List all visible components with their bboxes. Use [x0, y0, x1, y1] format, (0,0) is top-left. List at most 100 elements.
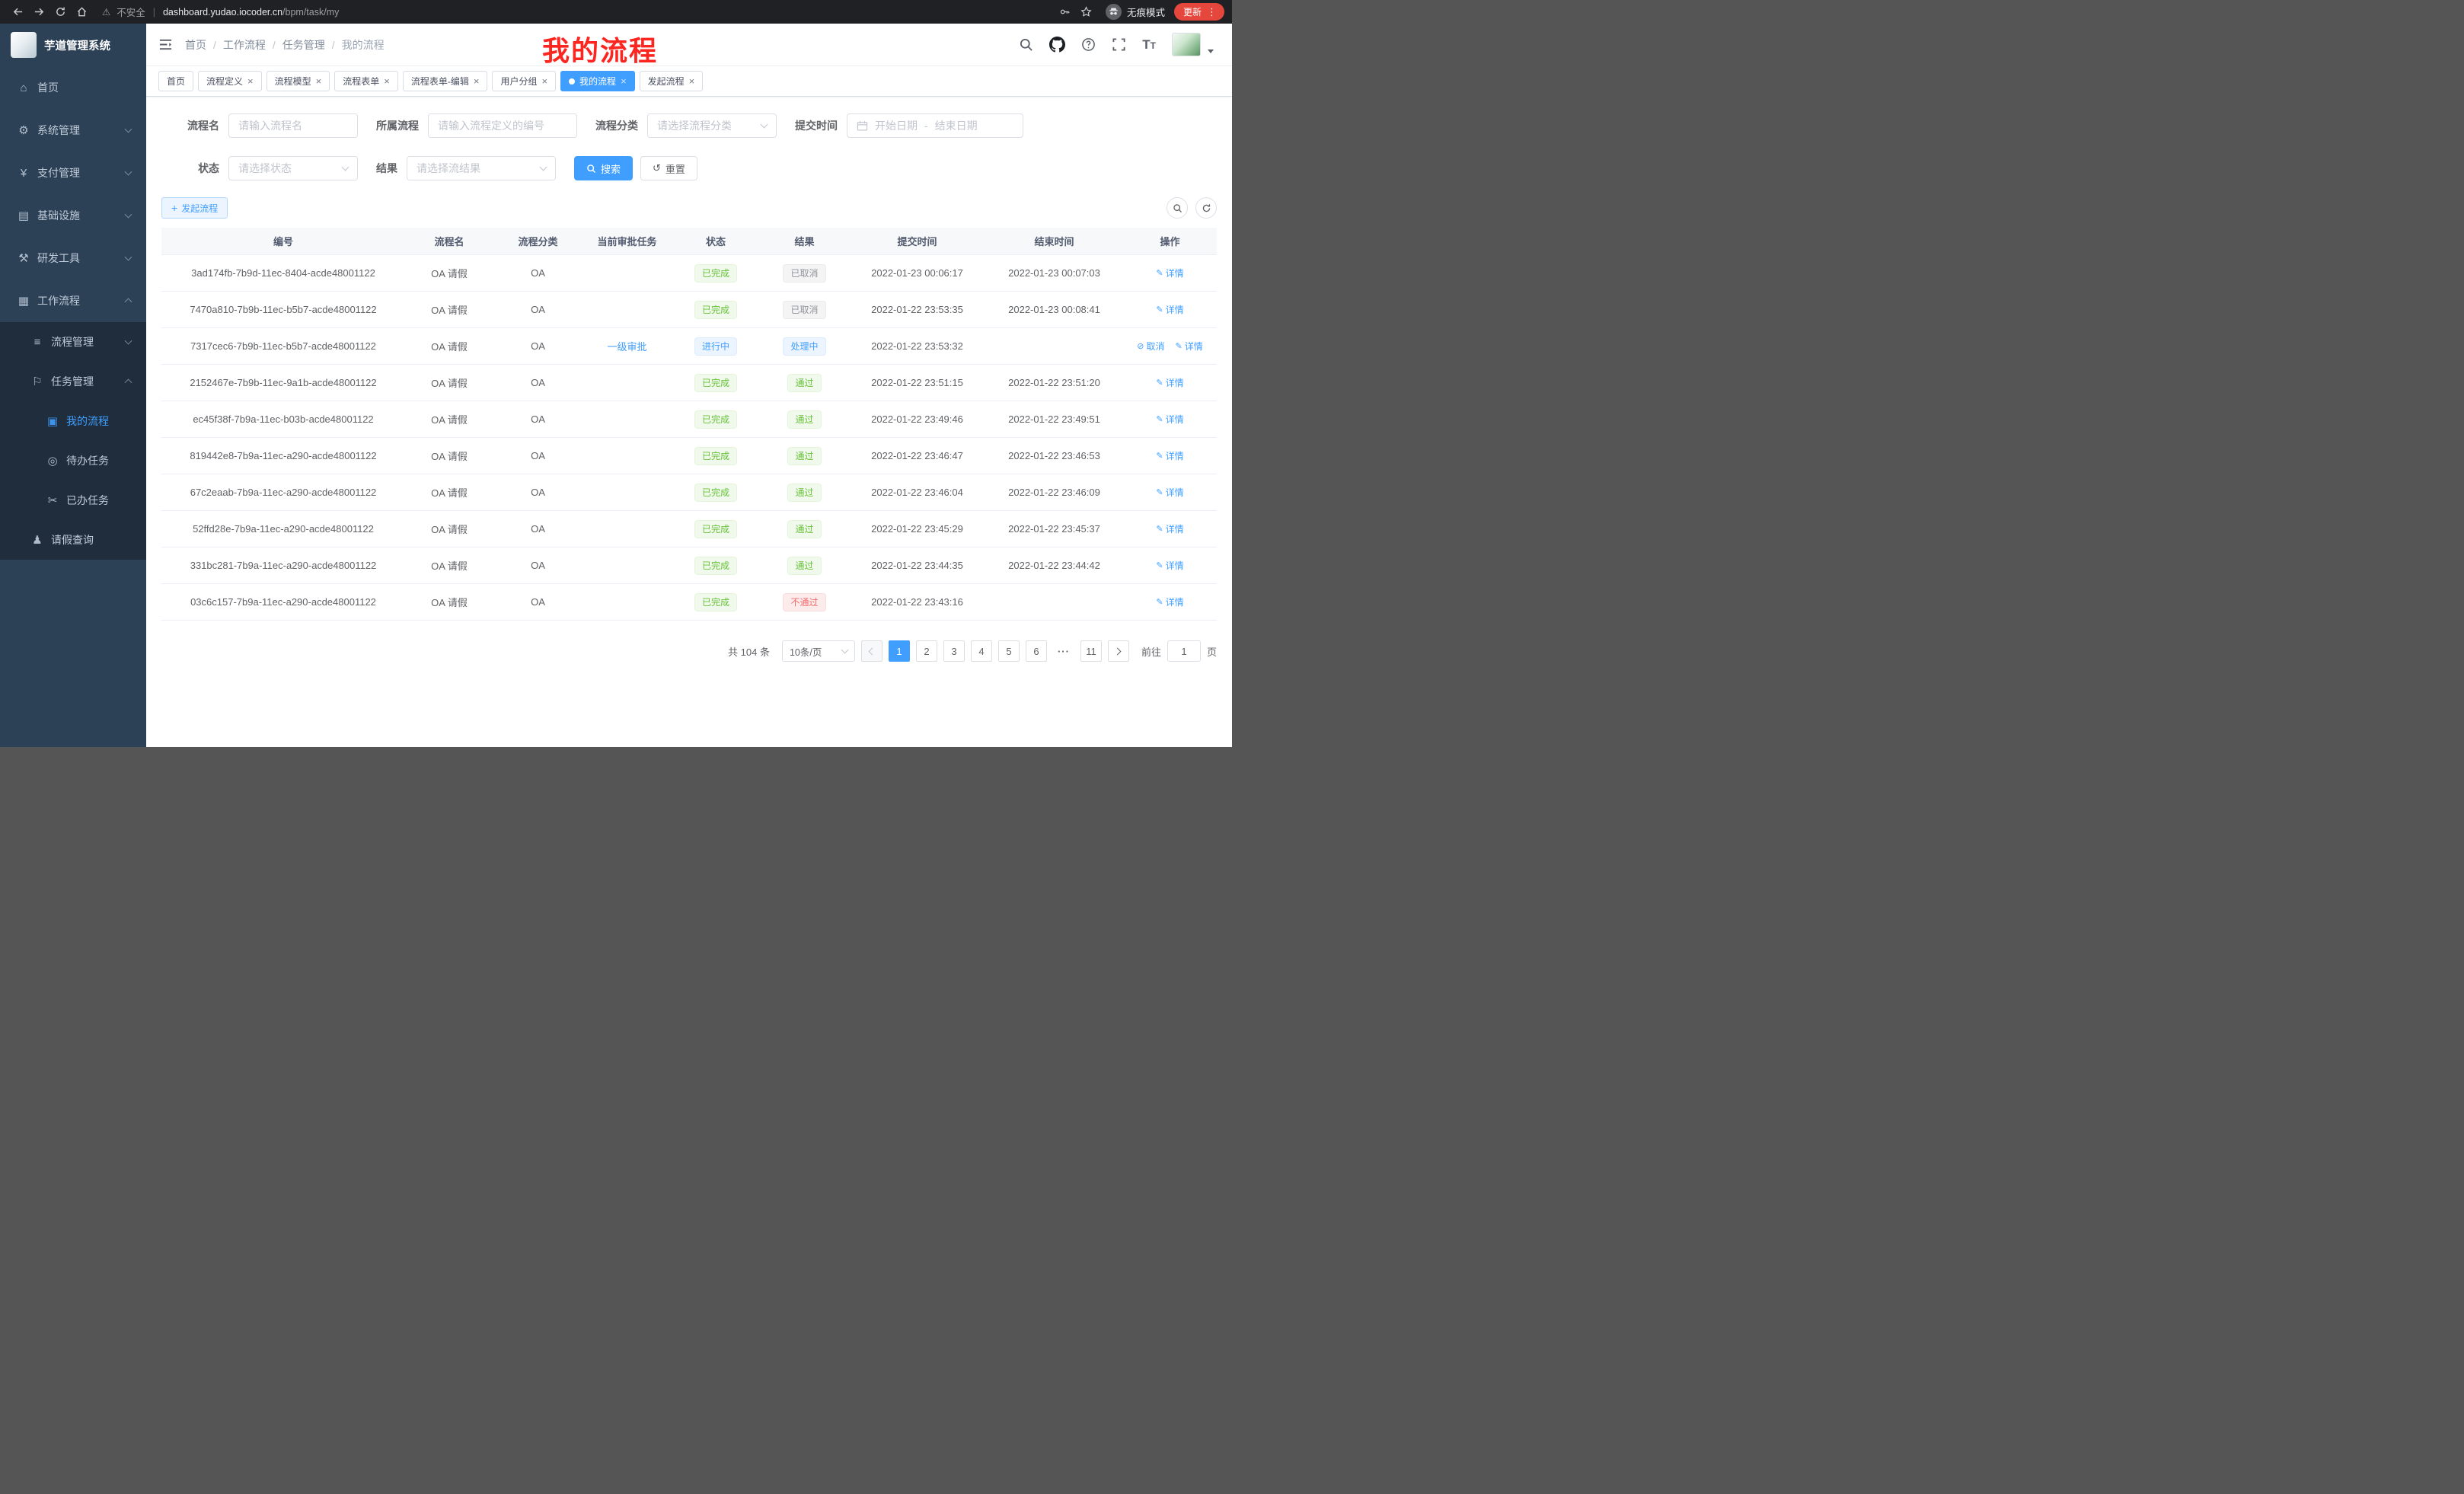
detail-action-link[interactable]: ✎详情: [1156, 595, 1183, 608]
table-row: 7470a810-7b9b-11ec-b5b7-acde48001122OA 请…: [161, 292, 1217, 328]
detail-action-link[interactable]: ✎详情: [1156, 486, 1183, 499]
detail-action-link[interactable]: ✎详情: [1156, 413, 1183, 426]
close-icon[interactable]: ×: [689, 76, 695, 86]
sidebar-item[interactable]: ✂已办任务: [0, 480, 146, 520]
bookmark-star-icon[interactable]: [1077, 2, 1096, 22]
browser-menu-icon[interactable]: ⋮: [1207, 6, 1218, 18]
page-button-2[interactable]: 2: [916, 640, 937, 662]
cell-submit-time: 2022-01-23 00:06:17: [849, 267, 985, 279]
close-icon[interactable]: ×: [247, 76, 254, 86]
breadcrumb-item[interactable]: 工作流程: [223, 37, 266, 53]
reset-button[interactable]: ↺ 重置: [640, 156, 697, 180]
sidebar-item[interactable]: ♟请假查询: [0, 520, 146, 560]
status-select[interactable]: 请选择状态: [228, 156, 358, 180]
refresh-button[interactable]: [1195, 197, 1217, 219]
process-name-input[interactable]: [228, 113, 358, 138]
action-label: 详情: [1166, 559, 1184, 572]
tab-active[interactable]: 我的流程×: [560, 71, 635, 91]
cancel-action-link[interactable]: ⊘取消: [1137, 340, 1164, 353]
close-icon[interactable]: ×: [621, 76, 627, 86]
result-select[interactable]: 请选择流结果: [407, 156, 556, 180]
sidebar-item[interactable]: ⚙系统管理: [0, 109, 146, 152]
breadcrumb: 首页/工作流程/任务管理/我的流程: [185, 37, 385, 53]
parent-process-input[interactable]: [428, 113, 577, 138]
create-process-button[interactable]: + 发起流程: [161, 197, 228, 219]
hamburger-menu-icon[interactable]: [158, 37, 173, 52]
detail-action-link[interactable]: ✎详情: [1176, 340, 1203, 353]
sidebar-item[interactable]: ⚐任务管理: [0, 362, 146, 401]
tab-item[interactable]: 流程表单-编辑×: [403, 71, 488, 91]
tab-item[interactable]: 流程表单×: [334, 71, 398, 91]
edit-icon: ✎: [1156, 597, 1163, 607]
tab-item[interactable]: 用户分组×: [492, 71, 556, 91]
security-label[interactable]: 不安全: [116, 5, 145, 19]
detail-action-link[interactable]: ✎详情: [1156, 267, 1183, 279]
status-label: 状态: [172, 161, 219, 176]
browser-reload-icon[interactable]: [50, 2, 70, 22]
prev-page-button[interactable]: [861, 640, 883, 662]
toggle-search-button[interactable]: [1167, 197, 1188, 219]
edit-icon: ✎: [1156, 414, 1163, 424]
address-bar[interactable]: ⚠ 不安全 | dashboard.yudao.iocoder.cn/bpm/t…: [102, 5, 1045, 19]
close-icon[interactable]: ×: [541, 76, 547, 86]
next-page-button[interactable]: [1108, 640, 1129, 662]
github-icon[interactable]: [1049, 37, 1065, 53]
fullscreen-icon[interactable]: [1112, 37, 1126, 52]
url-text[interactable]: dashboard.yudao.iocoder.cn/bpm/task/my: [163, 7, 339, 18]
close-icon[interactable]: ×: [474, 76, 480, 86]
page-button-3[interactable]: 3: [943, 640, 965, 662]
status-tag: 已完成: [694, 301, 737, 319]
close-icon[interactable]: ×: [316, 76, 322, 86]
detail-action-link[interactable]: ✎详情: [1156, 376, 1183, 389]
search-icon[interactable]: [1019, 37, 1033, 52]
page-button-5[interactable]: 5: [998, 640, 1020, 662]
sidebar-item[interactable]: ⌂首页: [0, 66, 146, 109]
close-icon[interactable]: ×: [384, 76, 390, 86]
sidebar-item[interactable]: ▦工作流程: [0, 279, 146, 322]
update-button[interactable]: 更新 ⋮: [1174, 3, 1224, 21]
current-task-link[interactable]: 一级审批: [607, 341, 646, 353]
sidebar-item[interactable]: ▣我的流程: [0, 401, 146, 441]
submit-time-range-picker[interactable]: 开始日期 - 结束日期: [847, 113, 1023, 138]
search-button[interactable]: 搜索: [574, 156, 633, 180]
browser-forward-icon[interactable]: [29, 2, 49, 22]
avatar[interactable]: [1172, 33, 1201, 56]
cell-result: 通过: [760, 374, 849, 392]
sidebar-item[interactable]: ◎待办任务: [0, 441, 146, 480]
sidebar-item[interactable]: ▤基础设施: [0, 194, 146, 237]
browser-back-icon[interactable]: [8, 2, 27, 22]
tab-item[interactable]: 流程模型×: [267, 71, 330, 91]
page-button-4[interactable]: 4: [971, 640, 992, 662]
tab-item[interactable]: 首页: [158, 71, 193, 91]
detail-action-link[interactable]: ✎详情: [1156, 559, 1183, 572]
jump-page-input[interactable]: [1167, 640, 1201, 662]
result-tag: 不通过: [783, 593, 825, 611]
detail-action-link[interactable]: ✎详情: [1156, 449, 1183, 462]
chevron-down-icon[interactable]: [1208, 49, 1214, 53]
sidebar-item[interactable]: ¥支付管理: [0, 152, 146, 194]
font-size-icon[interactable]: TT: [1142, 37, 1156, 53]
browser-home-icon[interactable]: [72, 2, 91, 22]
detail-action-link[interactable]: ✎详情: [1156, 303, 1183, 316]
start-date-placeholder: 开始日期: [875, 118, 918, 133]
page-button-6[interactable]: 6: [1026, 640, 1047, 662]
breadcrumb-item[interactable]: 任务管理: [282, 37, 325, 53]
sidebar-item-label: 我的流程: [66, 413, 109, 429]
breadcrumb-item[interactable]: 首页: [185, 37, 206, 53]
cell-process-name: OA 请假: [405, 595, 493, 609]
pages-ellipsis-button[interactable]: ···: [1053, 640, 1074, 662]
page-size-value: 10条/页: [790, 644, 822, 659]
page-button-1[interactable]: 1: [889, 640, 910, 662]
help-icon[interactable]: [1081, 37, 1096, 52]
sidebar-item[interactable]: ≡流程管理: [0, 322, 146, 362]
detail-action-link[interactable]: ✎详情: [1156, 522, 1183, 535]
cell-category: OA: [493, 450, 582, 461]
tab-item[interactable]: 发起流程×: [640, 71, 704, 91]
app-logo: 芋道管理系统: [0, 24, 146, 66]
category-select[interactable]: 请选择流程分类: [647, 113, 777, 138]
sidebar-item[interactable]: ⚒研发工具: [0, 237, 146, 279]
page-size-select[interactable]: 10条/页: [782, 640, 855, 662]
password-key-icon[interactable]: [1055, 2, 1075, 22]
tab-item[interactable]: 流程定义×: [198, 71, 262, 91]
page-button-11[interactable]: 11: [1080, 640, 1102, 662]
